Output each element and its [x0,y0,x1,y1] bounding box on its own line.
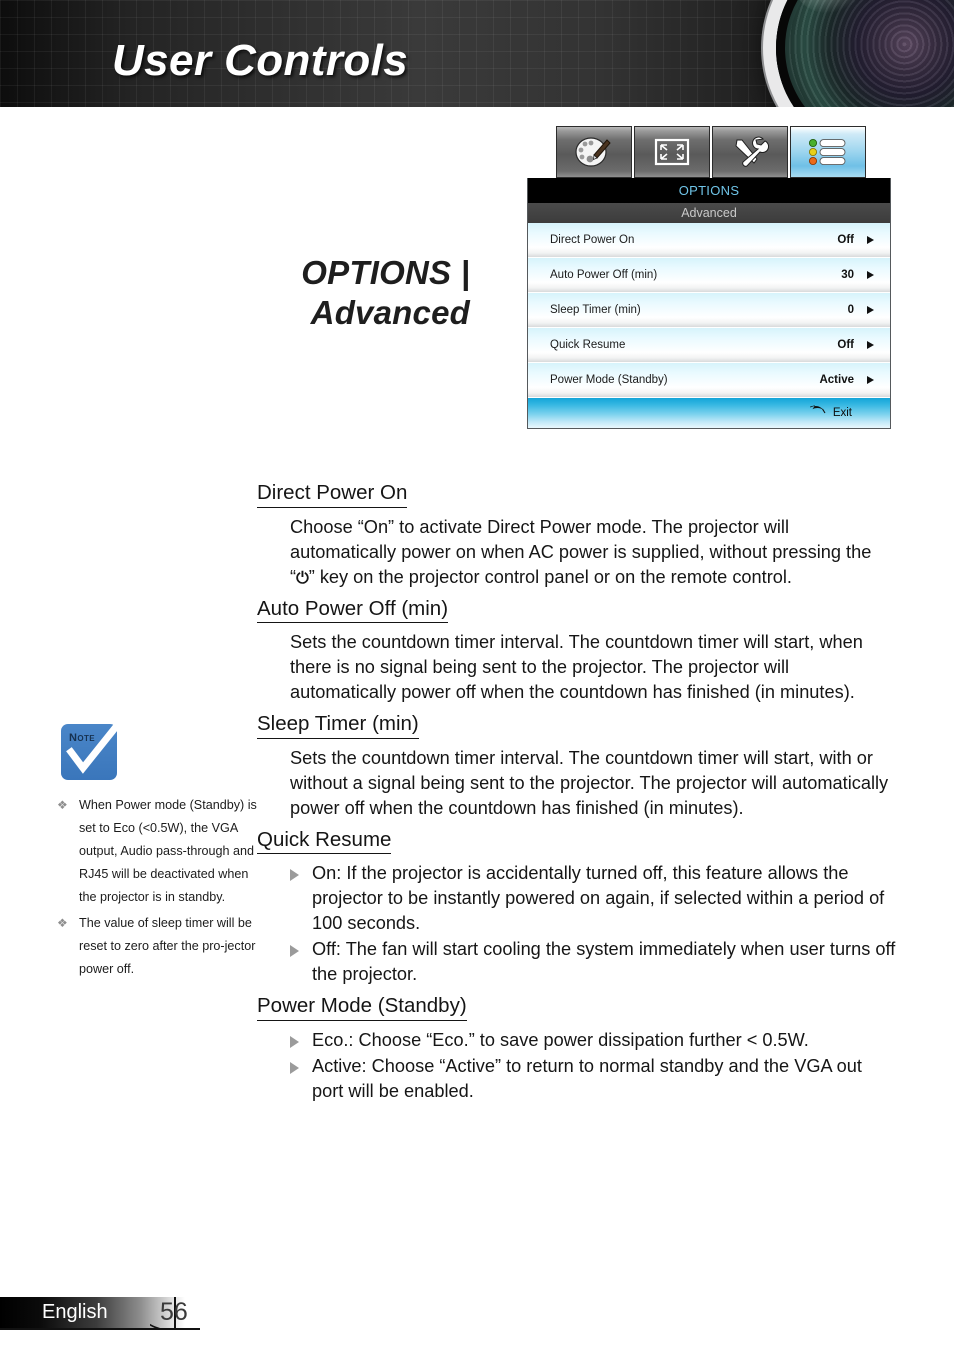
osd-subtitle: Advanced [528,202,890,223]
osd-row-value: 30 [841,269,854,281]
section-sleep-timer: Sleep Timer (min) Sets the countdown tim… [257,712,897,821]
osd-tab-options[interactable] [790,126,866,178]
note-bullet-icon: ❖ [57,798,68,812]
note-icon: Note [57,712,129,784]
section-title: Power Mode (Standby) [257,994,467,1021]
osd-row-value: Off [837,339,854,351]
note-sidebar: Note ❖ When Power mode (Standby) is set … [57,712,262,984]
section-direct-power-on: Direct Power On Choose “On” to activate … [257,481,897,590]
footer-language: English [42,1301,108,1323]
osd-title: OPTIONS [528,178,890,202]
triangle-bullet-icon [290,945,299,958]
options-list-icon [806,135,850,169]
page-footer: English 56 [0,1297,220,1330]
section-heading-line2: Advanced [310,294,470,332]
triangle-bullet-icon [290,869,299,882]
note-item-text: When Power mode (Standby) is set to Eco … [79,798,257,904]
osd-row-sleep-timer[interactable]: Sleep Timer (min) 0 [528,293,890,328]
section-title: Quick Resume [257,828,392,855]
bullet-item: Off: The fan will start cooling the syst… [290,937,897,987]
chevron-right-icon[interactable] [867,341,874,349]
note-bullet-icon: ❖ [57,916,68,930]
chevron-right-icon[interactable] [867,306,874,314]
page-header-banner: User Controls [0,0,954,107]
back-arrow-icon [809,404,826,422]
chevron-right-icon[interactable] [867,236,874,244]
note-item: ❖ The value of sleep timer will be reset… [57,912,262,981]
bullet-item: Active: Choose “Active” to return to nor… [290,1054,897,1104]
note-item: ❖ When Power mode (Standby) is set to Ec… [57,794,262,909]
tools-icon [730,135,770,169]
section-auto-power-off: Auto Power Off (min) Sets the countdown … [257,597,897,706]
camera-lens-ring [753,0,954,107]
note-list: ❖ When Power mode (Standby) is set to Ec… [57,794,262,981]
osd-row-direct-power-on[interactable]: Direct Power On Off [528,223,890,258]
section-power-mode: Power Mode (Standby) Eco.: Choose “Eco.”… [257,994,897,1104]
triangle-bullet-icon [290,1035,299,1048]
footer-page-number: 56 [160,1298,188,1326]
main-content: Direct Power On Choose “On” to activate … [257,481,897,1111]
osd-row-quick-resume[interactable]: Quick Resume Off [528,328,890,363]
osd-row-label: Direct Power On [550,234,635,246]
bullet-item: On: If the projector is accidentally tur… [290,861,897,936]
osd-row-value: Off [837,234,854,246]
bullet-text: Active: Choose “Active” to return to nor… [312,1055,862,1101]
section-title: Direct Power On [257,481,408,508]
section-bullet-list: Eco.: Choose “Eco.” to save power dissip… [290,1028,897,1104]
section-heading: OPTIONS | Advanced [150,253,470,334]
page-title-banner: User Controls [112,36,409,85]
osd-tab-image[interactable] [556,126,632,178]
osd-row-label: Quick Resume [550,339,626,351]
section-body-part2: ” key on the projector control panel or … [308,566,792,587]
osd-row-list: Direct Power On Off Auto Power Off (min)… [528,223,890,398]
bullet-text: On: If the projector is accidentally tur… [312,863,885,934]
section-body: Choose “On” to activate Direct Power mod… [290,515,897,590]
osd-row-auto-power-off[interactable]: Auto Power Off (min) 30 [528,258,890,293]
power-icon: ⏻ [296,567,309,587]
palette-icon [574,135,614,169]
section-title: Sleep Timer (min) [257,712,419,739]
section-bullet-list: On: If the projector is accidentally tur… [290,861,897,987]
footer-underline [0,1328,200,1330]
osd-tab-bar [556,126,891,178]
triangle-bullet-icon [290,1061,299,1074]
section-quick-resume: Quick Resume On: If the projector is acc… [257,828,897,988]
note-item-text: The value of sleep timer will be reset t… [79,916,256,976]
osd-tab-setup[interactable] [712,126,788,178]
chevron-right-icon[interactable] [867,271,874,279]
section-title: Auto Power Off (min) [257,597,449,624]
osd-exit-row[interactable]: Exit [528,398,890,428]
chevron-right-icon[interactable] [867,376,874,384]
bullet-item: Eco.: Choose “Eco.” to save power dissip… [290,1028,897,1053]
osd-panel: OPTIONS Advanced Direct Power On Off Aut… [527,178,891,429]
screen-icon [652,136,692,168]
osd-row-label: Auto Power Off (min) [550,269,658,281]
osd-row-power-mode[interactable]: Power Mode (Standby) Active [528,363,890,398]
osd-row-label: Power Mode (Standby) [550,374,668,386]
bullet-text: Eco.: Choose “Eco.” to save power dissip… [312,1029,809,1050]
osd-row-value: 0 [847,304,854,316]
section-heading-line1: OPTIONS | [301,254,470,291]
osd-tab-display[interactable] [634,126,710,178]
section-body: Sets the countdown timer interval. The c… [290,632,863,703]
osd-row-value: Active [819,374,854,386]
checkmark-icon [66,713,128,774]
osd-row-label: Sleep Timer (min) [550,304,641,316]
osd-menu: OPTIONS Advanced Direct Power On Off Aut… [527,126,891,429]
section-body: Sets the countdown timer interval. The c… [290,747,889,818]
osd-exit-label: Exit [832,407,852,419]
bullet-text: Off: The fan will start cooling the syst… [312,939,896,985]
